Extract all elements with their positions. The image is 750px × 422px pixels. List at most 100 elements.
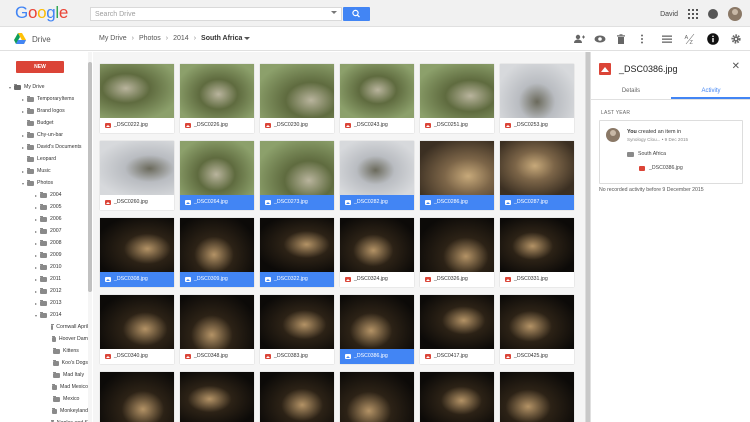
file-tile[interactable] — [260, 372, 334, 422]
sidebar-folder-item[interactable]: ▸ David's Documents — [0, 141, 88, 153]
photo-thumbnail[interactable] — [500, 295, 574, 349]
photo-thumbnail[interactable] — [260, 64, 334, 118]
file-caption[interactable]: _DSC0308.jpg — [100, 272, 174, 287]
file-caption[interactable]: _DSC0324.jpg — [340, 272, 414, 287]
breadcrumb-2014[interactable]: 2014 — [173, 35, 189, 42]
sidebar-folder-item[interactable]: ▸ Chy-un-bar — [0, 129, 88, 141]
search-options-icon[interactable] — [331, 11, 337, 14]
photo-thumbnail[interactable] — [100, 295, 174, 349]
file-tile[interactable]: _DSC0308.jpg — [100, 218, 174, 287]
file-caption[interactable]: _DSC0253.jpg — [500, 118, 574, 133]
file-caption[interactable]: _DSC0230.jpg — [260, 118, 334, 133]
file-tile[interactable]: _DSC0383.jpg — [260, 295, 334, 364]
file-caption[interactable]: _DSC0417.jpg — [420, 349, 494, 364]
file-tile[interactable] — [340, 372, 414, 422]
more-vert-icon[interactable] — [636, 33, 648, 45]
file-caption[interactable]: _DSC0386.jpg — [340, 349, 414, 364]
photo-thumbnail[interactable] — [180, 64, 254, 118]
file-tile[interactable]: _DSC0251.jpg — [420, 64, 494, 133]
file-tile[interactable]: _DSC0417.jpg — [420, 295, 494, 364]
chevron-right-icon[interactable]: ▸ — [21, 109, 25, 114]
chevron-right-icon[interactable]: ▸ — [34, 277, 38, 282]
sidebar-folder-item[interactable]: ▸ 2010 — [0, 261, 88, 273]
sidebar-folder-item[interactable]: ▸ 2006 — [0, 213, 88, 225]
photo-thumbnail[interactable] — [420, 295, 494, 349]
sidebar-folder-item[interactable]: ▸ TemporaryItems — [0, 93, 88, 105]
file-tile[interactable]: _DSC0260.jpg — [100, 141, 174, 210]
sort-az-icon[interactable]: AZ — [684, 33, 696, 45]
photo-thumbnail[interactable] — [260, 141, 334, 195]
chevron-down-icon[interactable]: ▾ — [21, 181, 25, 186]
sidebar-folder-item[interactable]: Cornwall April — [0, 321, 88, 333]
sidebar-folder-item[interactable]: ▸ 2004 — [0, 189, 88, 201]
preview-icon[interactable] — [594, 33, 606, 45]
chevron-right-icon[interactable]: ▸ — [21, 97, 25, 102]
delete-icon[interactable] — [615, 33, 627, 45]
settings-gear-icon[interactable] — [730, 33, 742, 45]
file-tile[interactable] — [420, 372, 494, 422]
file-caption[interactable]: _DSC0226.jpg — [180, 118, 254, 133]
file-tile[interactable]: _DSC0287.jpg — [500, 141, 574, 210]
list-view-icon[interactable] — [661, 33, 673, 45]
file-caption[interactable]: _DSC0243.jpg — [340, 118, 414, 133]
photo-thumbnail[interactable] — [500, 372, 574, 422]
breadcrumb-photos[interactable]: Photos — [139, 35, 161, 42]
file-caption[interactable]: _DSC0340.jpg — [100, 349, 174, 364]
sidebar-folder-item[interactable]: ▾ Photos — [0, 177, 88, 189]
photo-thumbnail[interactable] — [180, 295, 254, 349]
file-caption[interactable]: _DSC0326.jpg — [420, 272, 494, 287]
file-tile[interactable]: _DSC0326.jpg — [420, 218, 494, 287]
file-tile[interactable]: _DSC0282.jpg — [340, 141, 414, 210]
file-tile[interactable]: _DSC0340.jpg — [100, 295, 174, 364]
activity-file[interactable]: _DSC0386.jpg — [639, 165, 683, 171]
chevron-right-icon[interactable]: ▸ — [34, 241, 38, 246]
file-tile[interactable]: _DSC0331.jpg — [500, 218, 574, 287]
close-icon[interactable]: ✕ — [732, 61, 740, 72]
chevron-right-icon[interactable]: ▸ — [34, 193, 38, 198]
breadcrumb-current[interactable]: South Africa — [201, 35, 251, 42]
tab-details[interactable]: Details — [591, 85, 671, 99]
photo-thumbnail[interactable] — [420, 141, 494, 195]
photo-thumbnail[interactable] — [100, 141, 174, 195]
file-tile[interactable]: _DSC0425.jpg — [500, 295, 574, 364]
notifications-icon[interactable] — [708, 9, 718, 19]
file-tile[interactable]: _DSC0309.jpg — [180, 218, 254, 287]
photo-thumbnail[interactable] — [100, 372, 174, 422]
drive-label[interactable]: Drive — [32, 35, 51, 44]
photo-thumbnail[interactable] — [180, 372, 254, 422]
file-caption[interactable]: _DSC0331.jpg — [500, 272, 574, 287]
photo-thumbnail[interactable] — [500, 64, 574, 118]
sidebar-folder-item[interactable]: ▸ 2005 — [0, 201, 88, 213]
sidebar-folder-item[interactable]: Mad Italy — [0, 369, 88, 381]
photo-thumbnail[interactable] — [420, 218, 494, 272]
chevron-right-icon[interactable]: ▸ — [34, 229, 38, 234]
sidebar-folder-item[interactable]: Naples and S — [0, 417, 88, 422]
sidebar-folder-item[interactable]: ▸ 2007 — [0, 225, 88, 237]
file-tile[interactable]: _DSC0286.jpg — [420, 141, 494, 210]
file-tile[interactable]: _DSC0273.jpg — [260, 141, 334, 210]
google-logo[interactable]: Google — [15, 3, 68, 23]
share-icon[interactable] — [573, 33, 585, 45]
info-icon[interactable] — [707, 33, 719, 45]
photo-thumbnail[interactable] — [100, 218, 174, 272]
new-button[interactable]: NEW — [16, 61, 64, 73]
file-tile[interactable]: _DSC0230.jpg — [260, 64, 334, 133]
breadcrumb-my-drive[interactable]: My Drive — [99, 35, 127, 42]
sidebar-folder-item[interactable]: Mad Mexico — [0, 381, 88, 393]
photo-thumbnail[interactable] — [100, 64, 174, 118]
chevron-right-icon[interactable]: ▸ — [21, 133, 25, 138]
sidebar-folder-item[interactable]: ▸ 2009 — [0, 249, 88, 261]
sidebar-folder-item[interactable]: ▸ Brand logos — [0, 105, 88, 117]
sidebar-folder-item[interactable]: Budget — [0, 117, 88, 129]
chevron-right-icon[interactable]: ▸ — [21, 169, 25, 174]
sidebar-folder-item[interactable]: Monkeyland — [0, 405, 88, 417]
photo-thumbnail[interactable] — [420, 372, 494, 422]
chevron-right-icon[interactable]: ▸ — [34, 265, 38, 270]
file-caption[interactable]: _DSC0309.jpg — [180, 272, 254, 287]
photo-thumbnail[interactable] — [340, 295, 414, 349]
sidebar-folder-item[interactable]: ▾ My Drive — [0, 81, 88, 93]
file-tile[interactable]: _DSC0386.jpg — [340, 295, 414, 364]
file-caption[interactable]: _DSC0287.jpg — [500, 195, 574, 210]
avatar[interactable] — [728, 7, 742, 21]
file-tile[interactable] — [180, 372, 254, 422]
